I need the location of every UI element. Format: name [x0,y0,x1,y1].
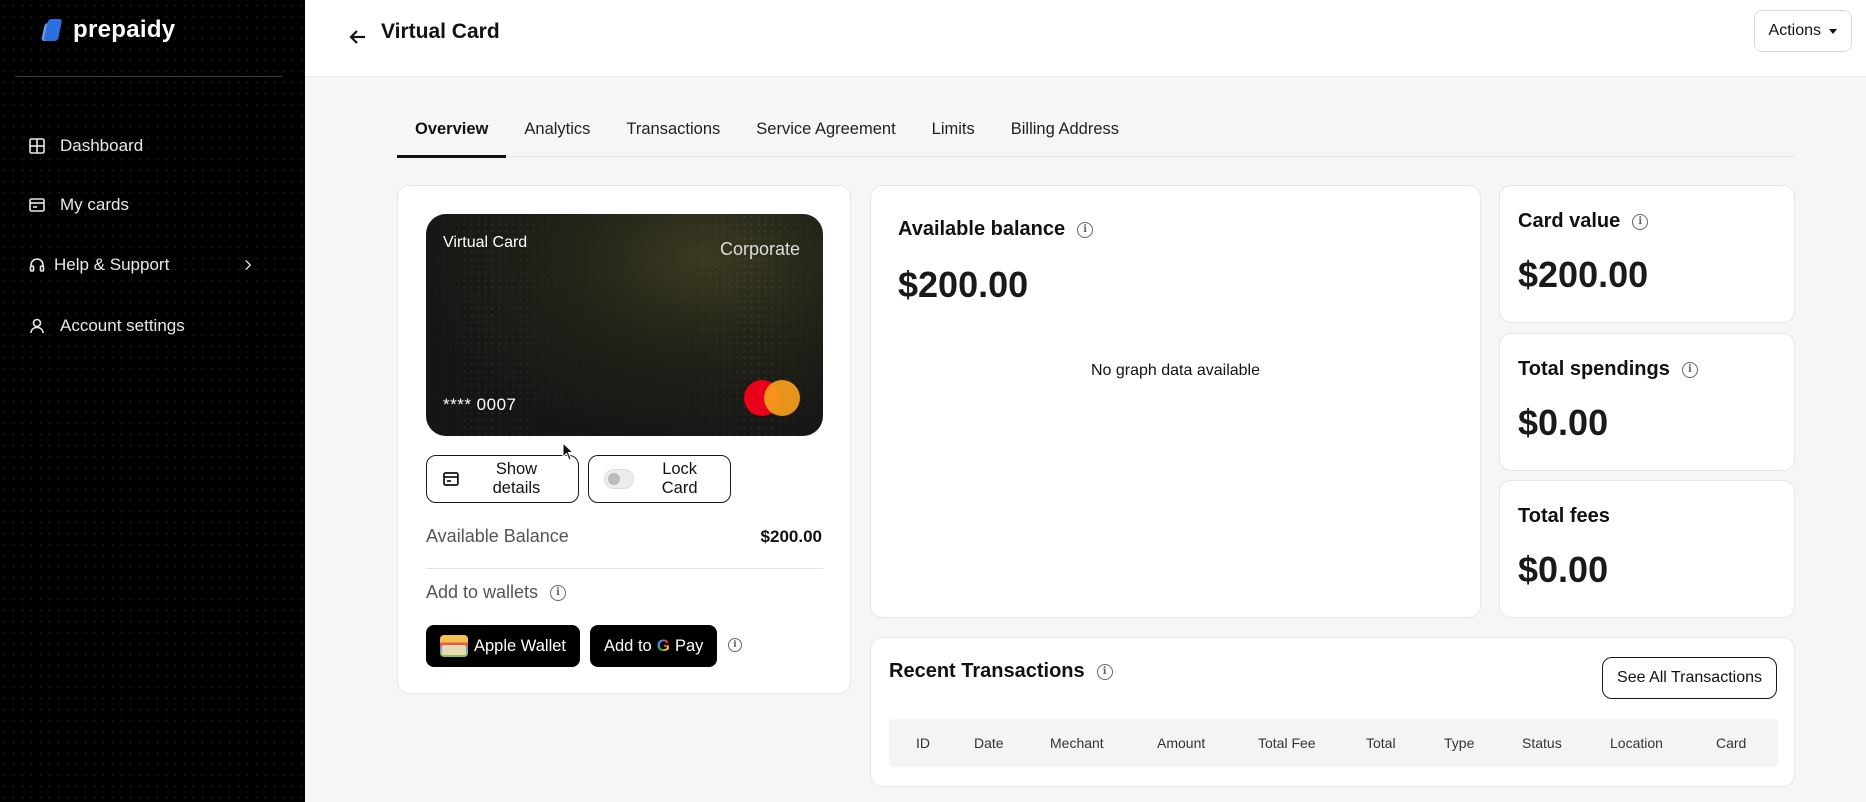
virtual-card-image: Virtual Card Corporate **** 0007 [426,214,823,436]
show-details-label: Show details [492,460,541,497]
grid-icon [29,138,45,154]
balance-value: $200.00 [898,264,1029,305]
tab-limits[interactable]: Limits [914,102,993,157]
actions-dropdown-button[interactable]: Actions [1753,10,1852,52]
tab-service-agreement[interactable]: Service Agreement [738,102,913,157]
brand-logo[interactable]: prepaidy [41,16,176,44]
info-icon[interactable]: i [1632,213,1649,230]
empty-graph-message: No graph data available [1090,362,1260,379]
total-fees-panel: Total fees $0.00 [1499,480,1795,618]
sidebar-item-label: Account settings [60,316,185,335]
lock-card-toggle[interactable]: Lock Card [588,455,731,503]
top-bar: Virtual Card Actions [305,0,1866,77]
card-value-title: Card value [1518,210,1621,232]
back-button[interactable] [343,22,373,52]
column-header-total-fee[interactable]: Total Fee [1258,735,1316,751]
info-icon[interactable]: i [1681,361,1698,378]
tab-overview[interactable]: Overview [397,102,507,158]
tab-transactions[interactable]: Transactions [608,102,738,157]
total-spendings-title: Total spendings [1518,358,1670,380]
arrow-left-icon [349,30,365,44]
caret-down-icon [1829,28,1837,34]
column-header-amount[interactable]: Amount [1157,735,1205,751]
google-pay-suffix: Pay [674,636,704,655]
transactions-header: Recent Transactions i [889,660,1113,683]
google-g-icon: G [656,636,670,655]
lock-card-label: Lock Card [661,460,698,497]
card-icon [443,472,459,486]
column-header-card[interactable]: Card [1716,735,1746,751]
sidebar-item-account-settings[interactable]: Account settings [28,311,258,341]
column-header-date[interactable]: Date [974,735,1004,751]
logo-icon [41,17,65,43]
tab-analytics[interactable]: Analytics [506,102,608,157]
column-header-status[interactable]: Status [1522,735,1562,751]
recent-transactions-panel: Recent Transactions i See All Transactio… [870,637,1795,787]
see-all-transactions-button[interactable]: See All Transactions [1602,657,1777,699]
total-fees-title: Total fees [1518,505,1610,527]
headset-icon [29,258,45,272]
info-icon[interactable]: i [550,584,567,601]
apple-wallet-icon [440,635,468,657]
google-pay-prefix: Add to [604,636,652,655]
total-fees-amount: $0.00 [1518,549,1609,590]
column-header-merchant[interactable]: Mechant [1050,735,1104,751]
lock-toggle-switch[interactable] [604,469,635,489]
mouse-cursor-icon [562,442,575,461]
available-balance-value: $200.00 [760,527,822,546]
info-icon[interactable]: i [728,638,742,652]
sidebar-item-label: Dashboard [60,136,144,155]
add-to-wallets-label: Add to wallets [426,582,539,602]
sidebar-divider [15,76,282,77]
apple-wallet-label: Apple Wallet [474,636,567,655]
sidebar-item-dashboard[interactable]: Dashboard [28,131,258,161]
info-icon[interactable]: i [1096,663,1113,680]
apple-wallet-button[interactable]: Apple Wallet [426,625,581,667]
actions-label: Actions [1768,22,1821,39]
tab-bar: Overview Analytics Transactions Service … [397,102,1795,158]
card-value-header: Card value i [1518,210,1649,233]
add-to-wallets-row: Add to wallets i [426,582,567,603]
total-spendings-panel: Total spendings i $0.00 [1499,333,1795,471]
total-spendings-amount: $0.00 [1518,402,1609,443]
card-value-amount: $200.00 [1518,254,1649,295]
balance-header: Available balance i [898,218,1094,241]
transactions-table-header: ID Date Mechant Amount Total Fee Total T… [889,719,1778,767]
column-header-id[interactable]: ID [916,735,930,751]
sidebar-item-label: My cards [60,195,129,214]
card-number: **** 0007 [443,395,517,414]
mastercard-logo-icon [744,380,800,416]
card-title: Virtual Card [443,234,528,251]
available-balance-panel: Available balance i $200.00 No graph dat… [870,185,1481,618]
card-icon [29,198,45,212]
column-header-location[interactable]: Location [1610,735,1663,751]
total-spendings-header: Total spendings i [1518,358,1698,381]
sidebar-item-label: Help & Support [54,255,170,274]
column-header-type[interactable]: Type [1444,735,1474,751]
sidebar-item-my-cards[interactable]: My cards [28,190,258,220]
card-value-panel: Card value i $200.00 [1499,185,1795,323]
card-type: Corporate [719,239,800,259]
show-details-button[interactable]: Show details [426,455,579,503]
available-balance-label: Available Balance [426,526,569,546]
column-header-total[interactable]: Total [1366,735,1396,751]
sidebar-item-help-support[interactable]: Help & Support [28,250,255,280]
user-icon [30,318,44,334]
page-title: Virtual Card [381,20,500,43]
total-fees-header: Total fees [1518,505,1610,528]
brand-name: prepaidy [73,16,176,43]
google-pay-button[interactable]: Add to G Pay [590,625,718,667]
balance-title: Available balance [898,218,1066,240]
tab-billing-address[interactable]: Billing Address [993,102,1137,157]
transactions-title: Recent Transactions [889,660,1085,682]
card-panel: Virtual Card Corporate **** 0007 Show de… [397,185,851,694]
chevron-right-icon [245,259,252,271]
divider [426,568,823,569]
sidebar: prepaidy Dashboard My cards Help & Suppo… [0,0,305,802]
info-icon[interactable]: i [1077,221,1094,238]
